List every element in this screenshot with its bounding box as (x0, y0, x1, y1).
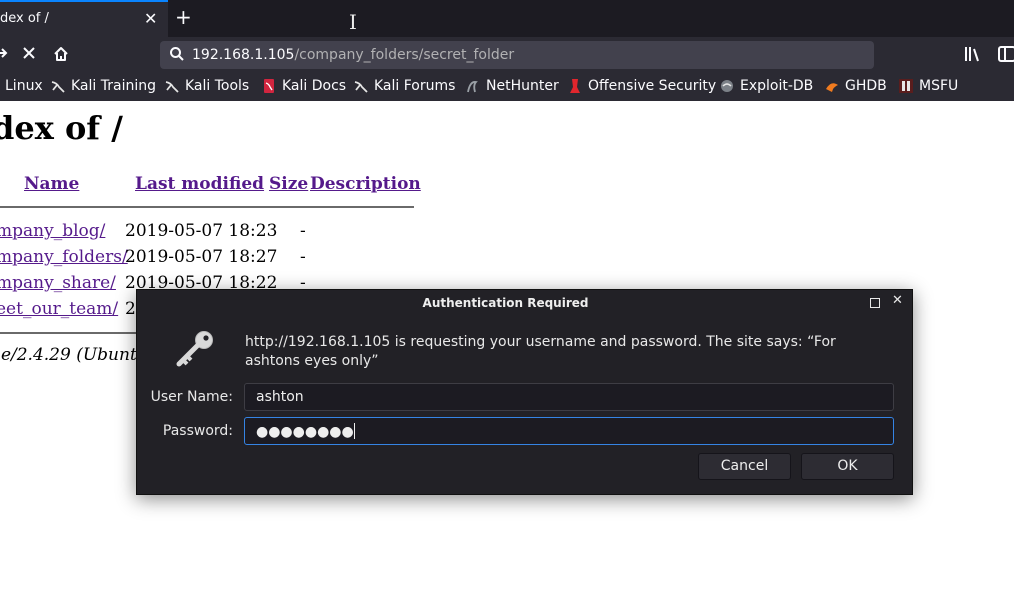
password-field[interactable]: ●●●●●●●● (244, 417, 894, 445)
directory-link[interactable]: mpany_share/ (0, 273, 116, 293)
stop-loading-icon[interactable] (22, 46, 36, 64)
bookmark-exploit-db[interactable]: Exploit-DB (720, 78, 813, 94)
bookmark-label: MSFU (919, 78, 959, 94)
bookmark-label: Kali Forums (374, 78, 456, 94)
bookmark-label: NetHunter (486, 78, 559, 94)
library-icon[interactable] (964, 46, 984, 66)
forward-icon[interactable] (0, 46, 9, 64)
column-header-description[interactable]: Description (310, 174, 421, 194)
bookmark-ghdb[interactable]: GHDB (825, 78, 887, 94)
ghdb-icon (826, 83, 838, 92)
tab-bar: dex of / ✕ + I (0, 0, 1014, 37)
last-modified: 2019-05-07 18:23 (125, 221, 278, 241)
sidebar-icon[interactable] (998, 46, 1014, 66)
bookmark-kali-forums[interactable]: Kali Forums (354, 78, 455, 94)
text-cursor-icon: I (349, 10, 357, 34)
bookmark-label: Offensive Security (588, 78, 717, 94)
authentication-dialog: Authentication Required ✕ http://192.168… (136, 289, 913, 495)
kali-docs-icon (264, 79, 274, 93)
dialog-message: http://192.168.1.105 is requesting your … (245, 334, 836, 369)
password-label: Password: (162, 423, 233, 439)
address-bar[interactable]: 192.168.1.105/company_folders/secret_fol… (160, 41, 874, 69)
bookmark-label: GHDB (845, 78, 887, 94)
page-title: dex of / (0, 109, 123, 147)
ok-button[interactable]: OK (801, 453, 894, 480)
bookmark-msfu[interactable]: MSFU (899, 78, 958, 94)
password-value: ●●●●●●●● (256, 424, 354, 440)
kali-logo-icon (165, 81, 179, 93)
msfu-icon (899, 79, 913, 93)
search-icon (169, 46, 185, 66)
tab-close-icon[interactable]: ✕ (144, 10, 157, 28)
dialog-title: Authentication Required (422, 296, 589, 310)
bookmark-label: Kali Training (71, 78, 156, 94)
close-icon[interactable]: ✕ (892, 294, 903, 308)
bookmark-nethunter[interactable]: NetHunter (466, 78, 559, 94)
offsec-icon (570, 79, 580, 93)
bookmark-offensive-security[interactable]: Offensive Security (568, 78, 716, 94)
bookmark-linux[interactable]: Linux (5, 78, 43, 94)
url-host: 192.168.1.105 (192, 47, 295, 63)
size: - (300, 247, 306, 267)
url-path: /company_folders/secret_folder (294, 47, 515, 63)
bookmark-label: Exploit-DB (740, 78, 814, 94)
username-field[interactable]: ashton (244, 383, 894, 411)
bookmark-label: Linux (5, 78, 43, 94)
column-header-name[interactable]: Name (24, 174, 79, 194)
column-header-size[interactable]: Size (269, 174, 308, 194)
kali-logo-icon (51, 81, 65, 93)
bookmark-kali-tools[interactable]: Kali Tools (165, 78, 249, 94)
tab-title: dex of / (0, 11, 49, 26)
bookmark-kali-docs[interactable]: Kali Docs (262, 78, 346, 94)
exploitdb-icon (721, 80, 733, 92)
directory-link[interactable]: eet_our_team/ (0, 299, 118, 319)
nethunter-icon (467, 81, 478, 93)
directory-link[interactable]: mpany_folders/ (0, 247, 128, 267)
server-signature: he/2.4.29 (Ubuntu (0, 345, 148, 365)
tab-active[interactable]: dex of / ✕ (0, 0, 168, 37)
bookmark-label: Kali Tools (185, 78, 250, 94)
bookmarks-toolbar: Linux Kali Training Kali Tools Kali Docs… (0, 73, 1014, 102)
last-modified: 2019-05-07 18:27 (125, 247, 278, 267)
url-text[interactable]: 192.168.1.105/company_folders/secret_fol… (192, 47, 514, 63)
directory-link[interactable]: mpany_blog/ (0, 221, 105, 241)
username-value: ashton (256, 389, 304, 405)
size: - (300, 221, 306, 241)
bookmark-kali-training[interactable]: Kali Training (51, 78, 156, 94)
new-tab-button[interactable]: + (175, 6, 192, 28)
kali-logo-icon (354, 81, 368, 93)
cancel-button[interactable]: Cancel (698, 453, 791, 480)
username-label: User Name: (150, 389, 233, 405)
navigation-bar: 192.168.1.105/company_folders/secret_fol… (0, 37, 1014, 73)
maximize-icon[interactable] (870, 298, 880, 308)
bookmark-label: Kali Docs (282, 78, 347, 94)
last-modified: 2 (125, 299, 136, 319)
home-icon[interactable] (53, 46, 69, 66)
key-icon (175, 330, 215, 372)
column-header-last-modified[interactable]: Last modified (135, 174, 264, 194)
footer-divider (0, 332, 150, 334)
text-caret (353, 423, 355, 439)
header-divider (0, 206, 414, 208)
